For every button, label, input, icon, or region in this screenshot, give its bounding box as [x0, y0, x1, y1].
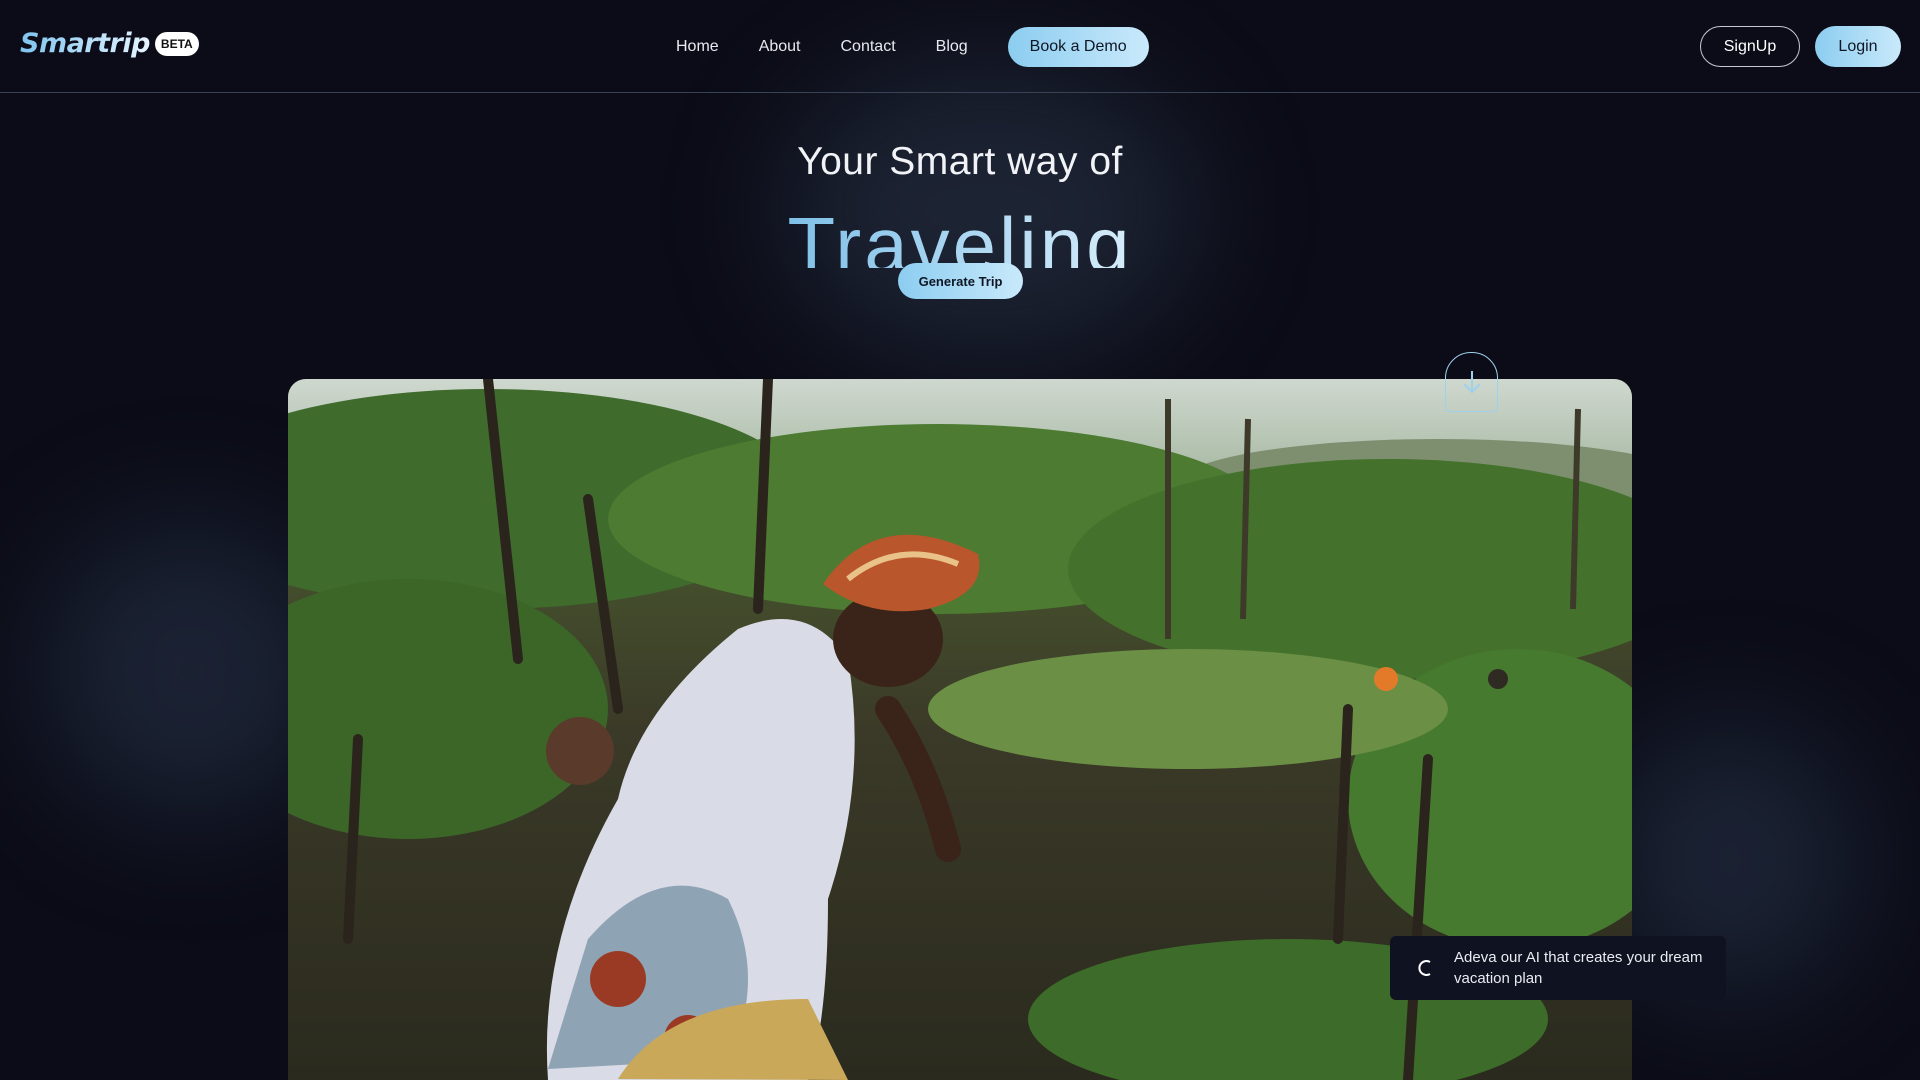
ai-assistant-toast: Adeva our AI that creates your dream vac…: [1390, 936, 1726, 1000]
login-button[interactable]: Login: [1815, 26, 1901, 67]
beta-badge: BETA: [154, 31, 199, 56]
loading-spinner-icon: [1418, 960, 1431, 976]
site-header: Smartrip BETA Home About Contact Blog Bo…: [0, 0, 1920, 93]
arrow-down-icon: [1462, 371, 1481, 394]
scroll-down-button[interactable]: [1445, 352, 1498, 412]
book-demo-button[interactable]: Book a Demo: [1007, 27, 1149, 67]
nav-contact[interactable]: Contact: [841, 38, 896, 56]
main-nav: Home About Contact Blog Book a Demo: [676, 27, 1149, 67]
signup-button[interactable]: SignUp: [1700, 26, 1800, 67]
hero-highlight-word: Traveling: [788, 201, 1133, 268]
hero-highlight-wrap: Traveling: [0, 200, 1920, 268]
brand-logo[interactable]: Smartrip BETA: [20, 28, 199, 59]
auth-buttons: SignUp Login: [1700, 26, 1901, 67]
generate-trip-button[interactable]: Generate Trip: [898, 263, 1023, 299]
hero-heading: Your Smart way of: [797, 140, 1123, 183]
nav-blog[interactable]: Blog: [936, 38, 968, 56]
nav-home[interactable]: Home: [676, 38, 719, 56]
nav-about[interactable]: About: [759, 38, 801, 56]
toast-message: Adeva our AI that creates your dream vac…: [1454, 949, 1703, 987]
brand-name: Smartrip: [20, 28, 150, 59]
